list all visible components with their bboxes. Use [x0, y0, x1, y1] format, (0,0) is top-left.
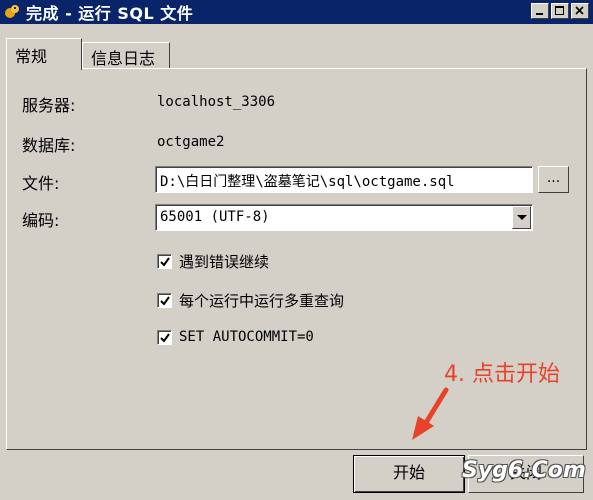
encoding-dropdown-button[interactable] — [512, 206, 531, 229]
close-window-button[interactable] — [571, 3, 589, 19]
file-path-input[interactable]: D:\白日门整理\盗墓笔记\sql\octgame.sql — [155, 166, 533, 193]
file-label: 文件: — [22, 174, 60, 193]
title-bar: 完成 - 运行 SQL 文件 — [0, 0, 593, 24]
watermark: Syg6.Com — [462, 458, 586, 483]
tab-message-log[interactable]: 信息日志 — [82, 42, 170, 69]
minimize-button[interactable] — [531, 3, 549, 19]
browse-button[interactable]: ... — [538, 166, 569, 193]
multiple-queries-checkbox[interactable] — [157, 293, 172, 308]
server-label: 服务器: — [22, 96, 76, 115]
checkmark-icon — [160, 257, 170, 267]
maximize-icon — [555, 6, 564, 15]
minimize-icon — [536, 13, 543, 15]
checkmark-icon — [160, 296, 170, 306]
maximize-button[interactable] — [551, 3, 569, 19]
multiple-queries-label: 每个运行中运行多重查询 — [179, 292, 345, 310]
general-panel — [6, 68, 587, 450]
server-value: localhost_3306 — [157, 94, 276, 110]
tab-general-label: 常规 — [15, 47, 48, 66]
close-icon — [575, 6, 584, 15]
encoding-label: 编码: — [22, 211, 60, 230]
option-set-autocommit[interactable]: SET AUTOCOMMIT=0 — [157, 329, 314, 345]
continue-on-error-label: 遇到错误继续 — [179, 253, 270, 271]
tab-message-log-label: 信息日志 — [91, 49, 156, 68]
encoding-select[interactable]: 65001 (UTF-8) — [155, 204, 533, 231]
annotation-text: 4. 点击开始 — [444, 362, 560, 387]
chevron-down-icon — [517, 215, 527, 220]
set-autocommit-checkbox[interactable] — [157, 329, 172, 345]
window-title: 完成 - 运行 SQL 文件 — [26, 4, 194, 23]
tab-general[interactable]: 常规 — [6, 38, 82, 70]
continue-on-error-checkbox[interactable] — [157, 254, 172, 269]
database-label: 数据库: — [22, 136, 76, 155]
start-button[interactable]: 开始 — [353, 455, 465, 493]
set-autocommit-label: SET AUTOCOMMIT=0 — [179, 329, 314, 345]
squirrel-app-icon — [5, 5, 19, 18]
checkmark-icon — [160, 332, 170, 343]
encoding-selected-value: 65001 (UTF-8) — [160, 209, 270, 225]
option-multiple-queries[interactable]: 每个运行中运行多重查询 — [157, 290, 344, 311]
option-continue-on-error[interactable]: 遇到错误继续 — [157, 251, 269, 272]
database-value: octgame2 — [157, 134, 225, 150]
annotation-arrow-icon — [412, 387, 449, 440]
